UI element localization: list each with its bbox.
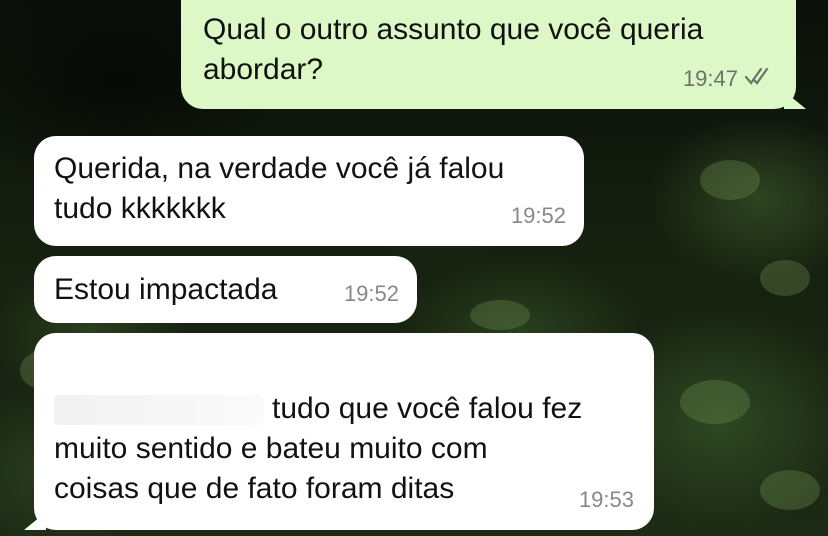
background-foliage <box>680 380 750 424</box>
bubble-tail <box>784 91 806 109</box>
bubble-tail <box>24 512 46 530</box>
message-time: 19:47 <box>682 66 738 91</box>
incoming-message-bubble[interactable]: Estou impactada 19:52 <box>34 256 417 323</box>
message-meta: 19:53 <box>579 480 634 520</box>
message-meta: 19:52 <box>344 274 399 314</box>
message-meta: 19:47 <box>683 59 774 99</box>
outgoing-message-bubble[interactable]: Qual o outro assunto que você queria abo… <box>181 0 806 109</box>
message-meta: 19:52 <box>511 196 566 236</box>
background-foliage <box>700 160 760 200</box>
incoming-message-bubble[interactable]: Querida, na verdade você já falou tudo k… <box>34 136 584 246</box>
message-time: 19:53 <box>578 487 634 512</box>
read-check-icon <box>744 59 774 99</box>
background-foliage <box>470 300 530 330</box>
background-foliage <box>760 260 810 296</box>
background-foliage <box>760 470 820 510</box>
message-text: tudo que você falou fez muito sentido e … <box>54 389 632 509</box>
message-time: 19:52 <box>343 281 399 306</box>
redacted-text <box>54 395 264 426</box>
message-text: Qual o outro assunto que você queria abo… <box>203 13 704 86</box>
message-time: 19:52 <box>510 203 566 228</box>
message-text: Querida, na verdade você já falou tudo k… <box>54 152 505 225</box>
incoming-message-bubble[interactable]: tudo que você falou fez muito sentido e … <box>24 333 654 530</box>
